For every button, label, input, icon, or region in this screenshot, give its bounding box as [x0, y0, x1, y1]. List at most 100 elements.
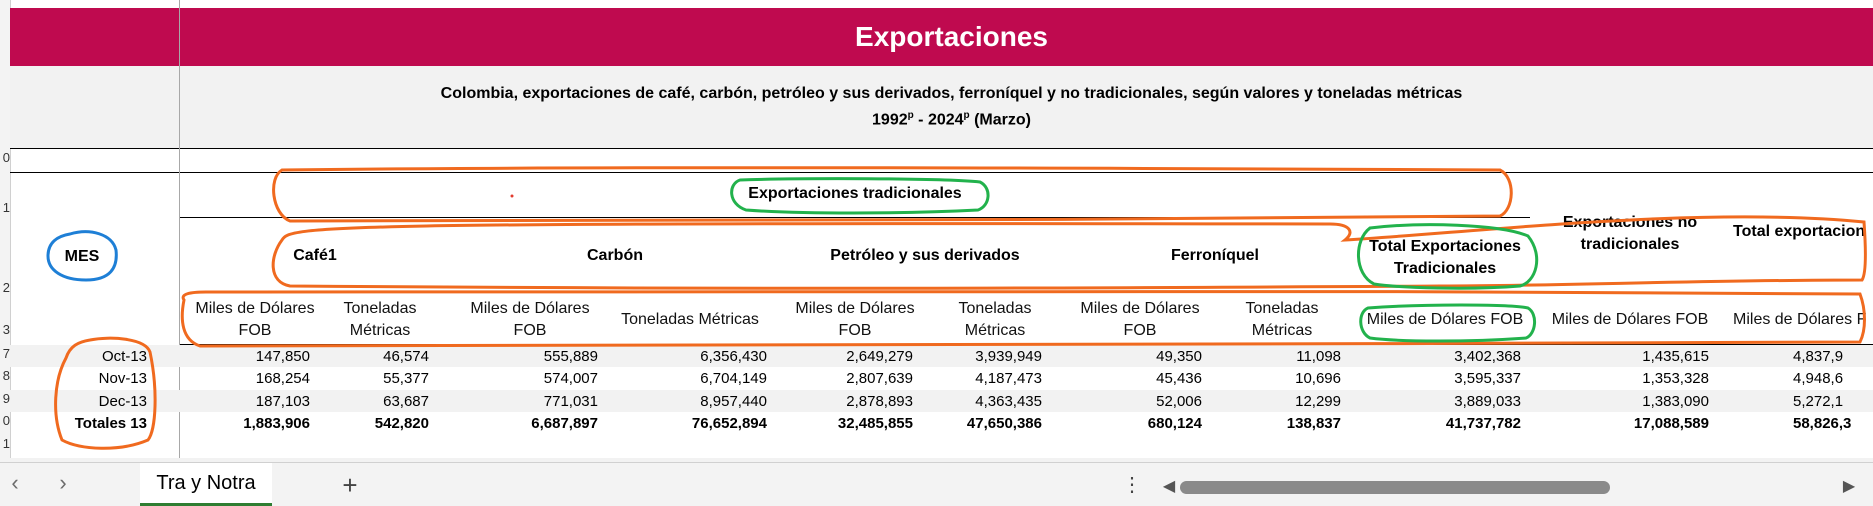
subheader-line: Miles de Dólares	[1080, 300, 1200, 317]
cell-petroleo-tons[interactable]: 3,939,949	[892, 346, 1042, 368]
subheader-line: Miles de Dólares	[795, 300, 915, 317]
cell-carbon-fob[interactable]: 6,687,897	[448, 413, 598, 435]
cell-ferroniquel-tons[interactable]: 138,837	[1191, 413, 1341, 435]
cell-carbon-tons[interactable]: 6,704,149	[617, 368, 767, 390]
subheader-cafe-fob[interactable]: Miles de Dólares FOB	[180, 298, 330, 342]
subheader-non-traditional-fob[interactable]: Miles de Dólares FOB	[1545, 309, 1715, 331]
cell-non-traditional-fob[interactable]: 1,435,615	[1559, 346, 1709, 368]
cell-total-exports-fob[interactable]: 58,826,3	[1733, 413, 1873, 435]
cell-cafe-tons[interactable]: 55,377	[279, 368, 429, 390]
cell-total-traditional-fob[interactable]: 41,737,782	[1371, 413, 1521, 435]
cell-total-exports-fob[interactable]: 4,948,6	[1733, 368, 1873, 390]
header-petroleo[interactable]: Petróleo y sus derivados	[810, 247, 1040, 265]
row-number[interactable]: 2	[0, 280, 10, 295]
scroll-right-arrow-icon[interactable]: ▶	[1840, 478, 1858, 496]
cell-non-traditional-fob[interactable]: 1,353,328	[1559, 368, 1709, 390]
cell-cafe-tons[interactable]: 46,574	[279, 346, 429, 368]
cell-carbon-tons[interactable]: 76,652,894	[617, 413, 767, 435]
cell-cafe-tons[interactable]: 63,687	[279, 391, 429, 413]
cell-petroleo-tons[interactable]: 47,650,386	[892, 413, 1042, 435]
cell-carbon-tons[interactable]: 6,356,430	[617, 346, 767, 368]
cell-non-traditional-fob[interactable]: 17,088,589	[1559, 413, 1709, 435]
cell-petroleo-fob[interactable]: 32,485,855	[763, 413, 913, 435]
subheader-carbon-tons[interactable]: Toneladas Métricas	[610, 309, 770, 331]
period-note: (Marzo)	[969, 111, 1031, 129]
row-number[interactable]: 8	[0, 368, 10, 383]
cell-ferroniquel-fob[interactable]: 49,350	[1052, 346, 1202, 368]
cell-total-traditional-fob[interactable]: 3,889,033	[1371, 391, 1521, 413]
sheet-tab-label[interactable]: Tra y Notra	[140, 466, 272, 500]
more-options-icon[interactable]: ⋮	[1122, 472, 1142, 498]
cell-total-exports-fob[interactable]: 5,272,1	[1733, 391, 1873, 413]
header-non-traditional[interactable]: Exportaciones no tradicionales	[1540, 212, 1720, 256]
subheader-petroleo-fob[interactable]: Miles de Dólares FOB	[780, 298, 930, 342]
subheader-carbon-fob[interactable]: Miles de Dólares FOB	[450, 298, 610, 342]
header-cafe[interactable]: Café1	[270, 247, 360, 265]
cell-carbon-fob[interactable]: 771,031	[448, 391, 598, 413]
header-total-exports[interactable]: Total exportacion	[1733, 223, 1873, 241]
subheader-line: Miles de Dólares	[470, 300, 590, 317]
subheader-total-traditional-fob[interactable]: Miles de Dólares FOB	[1360, 309, 1530, 331]
cell-carbon-tons[interactable]: 8,957,440	[617, 391, 767, 413]
cell-ferroniquel-fob[interactable]: 52,006	[1052, 391, 1202, 413]
cell-total-traditional-fob[interactable]: 3,402,368	[1371, 346, 1521, 368]
cell-petroleo-tons[interactable]: 4,363,435	[892, 391, 1042, 413]
subheader-line: FOB	[238, 322, 272, 339]
cell-ferroniquel-tons[interactable]: 12,299	[1191, 391, 1341, 413]
cell-ferroniquel-fob[interactable]: 680,124	[1052, 413, 1202, 435]
subtitle-line1[interactable]: Colombia, exportaciones de café, carbón,…	[180, 85, 1723, 103]
cell-petroleo-fob[interactable]: 2,807,639	[763, 368, 913, 390]
header-ferroniquel[interactable]: Ferroníquel	[1140, 247, 1290, 265]
header-total-traditional[interactable]: Total Exportaciones Tradicionales	[1360, 236, 1530, 280]
row-number[interactable]: 0	[0, 150, 10, 165]
subheader-cafe-tons[interactable]: Toneladas Métricas	[330, 298, 430, 342]
subheader-line: FOB	[838, 322, 872, 339]
previous-sheet-button[interactable]: ‹	[2, 470, 28, 496]
cell-total-exports-fob[interactable]: 4,837,9	[1733, 346, 1873, 368]
row-number[interactable]: 1	[0, 200, 10, 215]
subheader-line: Métricas	[349, 322, 411, 339]
row-number[interactable]: 3	[0, 322, 10, 337]
row-number[interactable]: 1	[0, 436, 10, 451]
rule-line	[180, 217, 1530, 218]
month-label[interactable]: Dec-13	[40, 391, 147, 413]
cell-cafe-tons[interactable]: 542,820	[279, 413, 429, 435]
red-dot	[510, 194, 514, 198]
subheader-ferroniquel-fob[interactable]: Miles de Dólares FOB	[1065, 298, 1215, 342]
header-carbon[interactable]: Carbón	[555, 247, 675, 265]
subtitle-band	[10, 66, 1873, 148]
row-number[interactable]: 7	[0, 346, 10, 361]
cell-petroleo-fob[interactable]: 2,878,893	[763, 391, 913, 413]
subheader-total-exports-fob[interactable]: Miles de Dólares F	[1733, 309, 1873, 331]
cell-carbon-fob[interactable]: 555,889	[448, 346, 598, 368]
next-sheet-button[interactable]: ›	[50, 470, 76, 496]
page-title[interactable]: Exportaciones	[180, 8, 1723, 66]
cell-ferroniquel-fob[interactable]: 45,436	[1052, 368, 1202, 390]
cell-petroleo-tons[interactable]: 4,187,473	[892, 368, 1042, 390]
row-number[interactable]: 9	[0, 391, 10, 406]
subheader-ferroniquel-tons[interactable]: Toneladas Métricas	[1232, 298, 1332, 342]
month-label[interactable]: Nov-13	[40, 368, 147, 390]
header-mes[interactable]: MES	[40, 248, 124, 266]
cell-carbon-fob[interactable]: 574,007	[448, 368, 598, 390]
cell-total-traditional-fob[interactable]: 3,595,337	[1371, 368, 1521, 390]
cell-ferroniquel-tons[interactable]: 10,696	[1191, 368, 1341, 390]
scrollbar-thumb[interactable]	[1180, 481, 1610, 494]
add-sheet-button[interactable]: +	[335, 470, 365, 500]
month-label[interactable]: Totales 13	[40, 413, 147, 435]
month-label[interactable]: Oct-13	[40, 346, 147, 368]
row-number[interactable]: 0	[0, 413, 10, 428]
cell-petroleo-fob[interactable]: 2,649,279	[763, 346, 913, 368]
year-start: 1992	[872, 111, 908, 129]
subheader-petroleo-tons[interactable]: Toneladas Métricas	[945, 298, 1045, 342]
year-end: - 2024	[913, 111, 964, 129]
header-line: Total Exportaciones	[1369, 238, 1521, 255]
header-traditional-exports[interactable]: Exportaciones tradicionales	[730, 185, 980, 203]
header-line: tradicionales	[1580, 236, 1680, 253]
subheader-line: FOB	[1123, 322, 1157, 339]
cell-ferroniquel-tons[interactable]: 11,098	[1191, 346, 1341, 368]
subtitle-line2[interactable]: 1992p - 2024p (Marzo)	[180, 110, 1723, 129]
subheader-line: Toneladas	[958, 300, 1032, 317]
cell-non-traditional-fob[interactable]: 1,383,090	[1559, 391, 1709, 413]
subheader-line: Métricas	[964, 322, 1026, 339]
